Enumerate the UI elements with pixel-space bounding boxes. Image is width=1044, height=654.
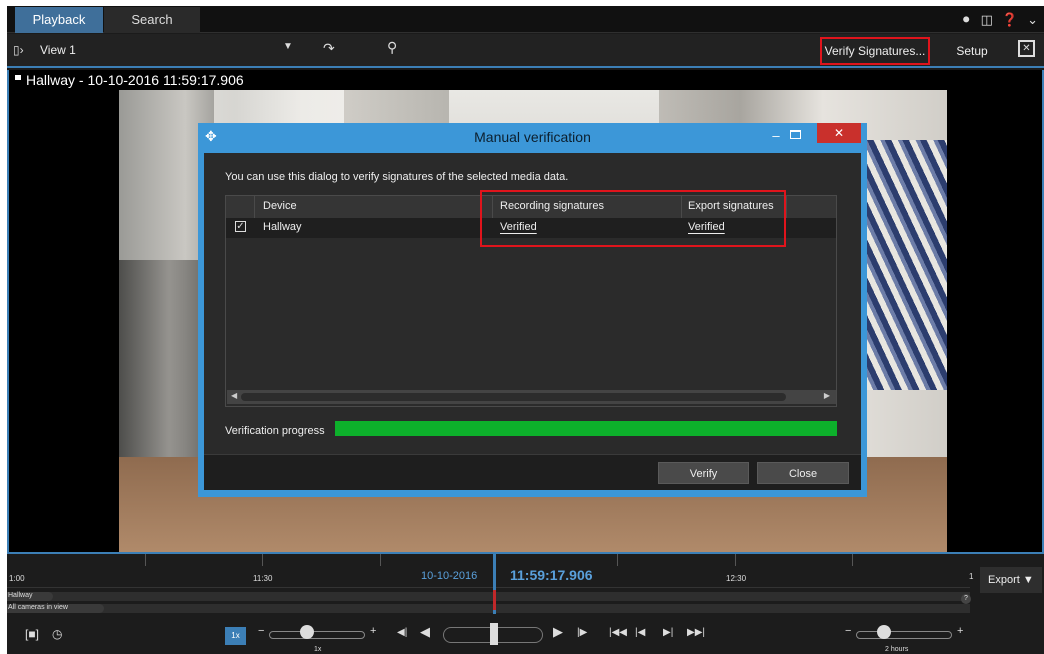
timeline-date: 10-10-2016 xyxy=(421,570,478,582)
tab-search[interactable]: Search xyxy=(104,7,200,33)
window-icon[interactable]: ◫ xyxy=(981,12,993,28)
verification-progress-bar xyxy=(335,421,837,436)
dialog-intro: You can use this dialog to verify signat… xyxy=(225,171,569,183)
tab-playback[interactable]: Playback xyxy=(15,7,103,33)
track-label-all-cameras: All cameras in view xyxy=(8,604,68,611)
timeline-time: 11:59:17.906 xyxy=(510,567,593,583)
step-forward-icon[interactable]: |▶ xyxy=(577,627,587,638)
timeline-label: 12:30 xyxy=(726,574,747,583)
toolbar: ▯› View 1 ▼ ↷ ⚲ Verify Signatures... Set… xyxy=(7,34,1044,68)
playhead-marker xyxy=(493,590,496,610)
export-button[interactable]: Export ▼ xyxy=(980,567,1042,593)
camera-icon xyxy=(15,75,21,80)
top-tab-bar: Playback Search ⚫ ◫ ❓ ⌄ xyxy=(7,6,1044,33)
range-minus[interactable]: − xyxy=(845,625,851,637)
close-icon[interactable]: ✕ xyxy=(817,123,861,143)
track-label-hallway: Hallway xyxy=(8,592,33,599)
clock-icon[interactable]: ◷ xyxy=(52,627,62,641)
dialog-titlebar[interactable]: ✥ Manual verification – ✕ xyxy=(198,123,867,151)
close-button[interactable]: Close xyxy=(757,462,849,484)
fit-view-icon[interactable]: [■] xyxy=(25,627,39,641)
range-plus[interactable]: + xyxy=(957,625,963,637)
progress-label: Verification progress xyxy=(225,425,325,437)
range-slider-knob[interactable] xyxy=(877,625,891,639)
scroll-right-icon[interactable]: ▶ xyxy=(824,391,830,400)
sidebar-toggle-icon[interactable]: ▯› xyxy=(13,43,24,57)
play-reverse-icon[interactable]: ◀ xyxy=(420,624,430,640)
headset-icon[interactable]: ⚫ xyxy=(961,12,972,28)
view-selector[interactable]: View 1 xyxy=(32,37,292,63)
dialog-body: You can use this dialog to verify signat… xyxy=(204,153,861,490)
verify-button[interactable]: Verify xyxy=(658,462,749,484)
help-icon[interactable]: ❓ xyxy=(1002,12,1018,28)
minimize-icon[interactable]: – xyxy=(767,126,785,146)
help-badge[interactable]: ? xyxy=(961,594,971,604)
speed-badge[interactable]: 1x xyxy=(225,627,246,645)
timeline-label: 1:00 xyxy=(9,574,25,583)
row-checkbox[interactable]: ✓ xyxy=(235,221,246,232)
range-label: 2 hours xyxy=(885,646,909,653)
camera-title: Hallway - 10-10-2016 11:59:17.906 xyxy=(15,72,244,88)
chevron-down-icon[interactable]: ⌄ xyxy=(1027,12,1038,28)
undo-icon[interactable]: ↷ xyxy=(323,40,335,57)
track-count: 1 xyxy=(969,572,974,581)
setup-button[interactable]: Setup xyxy=(947,38,997,64)
play-icon[interactable]: ▶ xyxy=(553,624,563,640)
speed-slider-knob[interactable] xyxy=(300,625,314,639)
timeline-label: 11:30 xyxy=(253,574,273,583)
horizontal-scrollbar[interactable]: ◀ ▶ xyxy=(227,390,836,404)
chevron-down-icon[interactable]: ▼ xyxy=(283,41,293,52)
first-icon[interactable]: |◀◀ xyxy=(609,627,627,638)
dialog-footer: Verify Close xyxy=(204,454,861,490)
timeline[interactable]: 1:00 11:30 12:30 10-10-2016 11:59:17.906… xyxy=(7,554,1044,654)
cell-device: Hallway xyxy=(263,221,302,233)
playback-controls: [■] ◷ 1x − + 1x ◀| ◀ ▶ |▶ |◀◀ |◀ ▶| ▶▶| … xyxy=(7,616,1044,654)
maximize-icon[interactable] xyxy=(790,130,801,139)
track-lane[interactable] xyxy=(7,592,970,601)
scrollbar-thumb[interactable] xyxy=(241,393,786,401)
range-slider[interactable] xyxy=(856,631,952,639)
scroll-left-icon[interactable]: ◀ xyxy=(231,391,237,400)
manual-verification-dialog: ✥ Manual verification – ✕ You can use th… xyxy=(198,123,867,497)
top-icons: ⚫ ◫ ❓ ⌄ xyxy=(961,6,1044,33)
speed-minus[interactable]: − xyxy=(258,625,264,637)
maximize-icon[interactable]: ✕ xyxy=(1018,40,1035,57)
signatures-highlight xyxy=(480,190,786,247)
chevron-down-icon: ▼ xyxy=(1022,574,1034,586)
column-device[interactable]: Device xyxy=(263,200,297,212)
camera-title-text: Hallway - 10-10-2016 11:59:17.906 xyxy=(26,72,244,88)
speed-plus[interactable]: + xyxy=(370,625,376,637)
search-sequence-icon[interactable]: ⚲ xyxy=(387,39,397,56)
speed-label: 1x xyxy=(314,646,322,653)
timeline-ruler[interactable]: 1:00 11:30 12:30 10-10-2016 11:59:17.906 xyxy=(7,554,970,588)
track-lane[interactable] xyxy=(7,604,970,613)
speed-slider[interactable] xyxy=(269,631,365,639)
previous-icon[interactable]: |◀ xyxy=(635,627,645,638)
verify-signatures-button[interactable]: Verify Signatures... xyxy=(820,37,930,65)
next-icon[interactable]: ▶| xyxy=(663,627,673,638)
scrub-knob[interactable] xyxy=(490,623,498,645)
step-back-icon[interactable]: ◀| xyxy=(397,627,407,638)
export-label: Export xyxy=(988,574,1020,586)
last-icon[interactable]: ▶▶| xyxy=(687,627,705,638)
